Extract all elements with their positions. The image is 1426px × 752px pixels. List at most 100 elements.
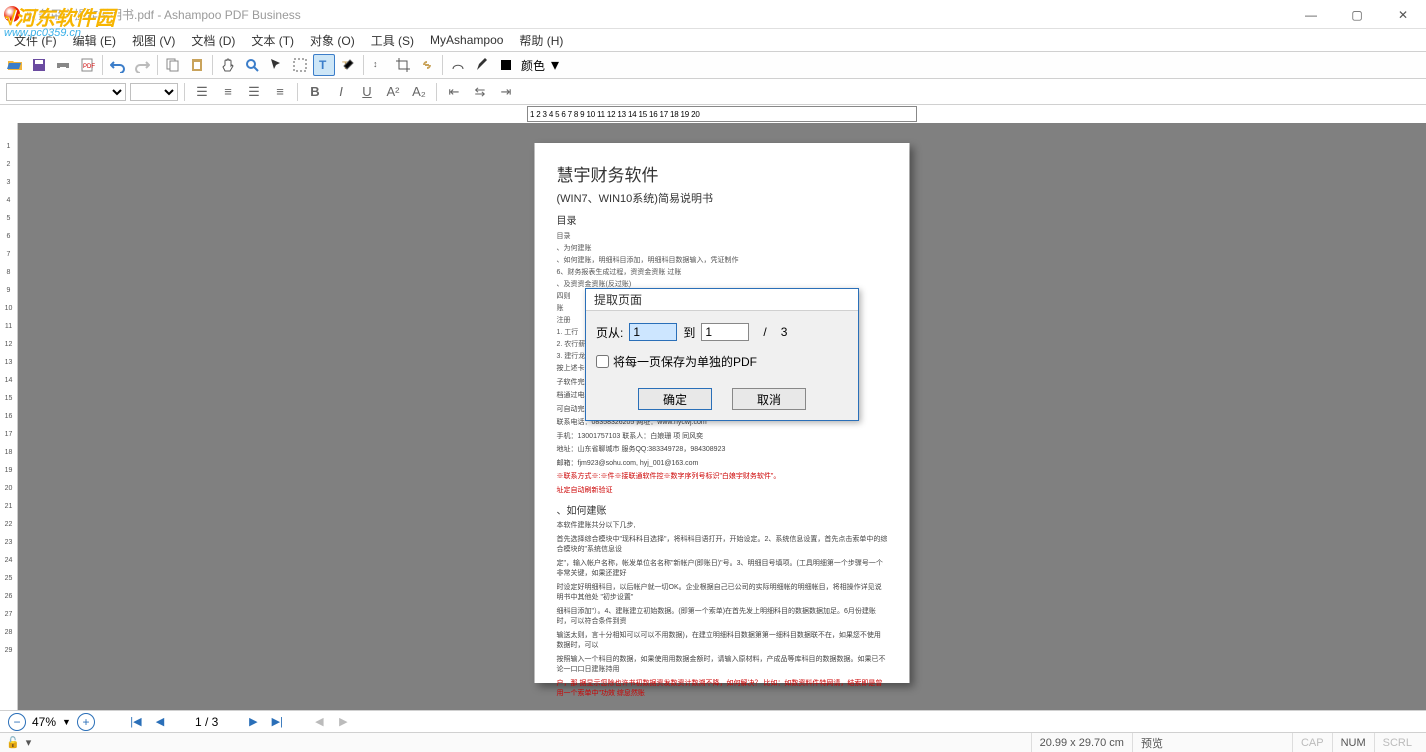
indent-right-icon[interactable]: ⇥ bbox=[495, 82, 517, 102]
menu-view[interactable]: 视图 (V) bbox=[124, 30, 183, 51]
text-edit-icon[interactable]: T bbox=[337, 54, 359, 76]
svg-text:T: T bbox=[319, 58, 327, 72]
align-right-icon[interactable]: ☰ bbox=[243, 82, 265, 102]
align-center-icon[interactable]: ≡ bbox=[217, 82, 239, 102]
lock-icon: 🔓 bbox=[6, 736, 20, 749]
preview-label: 预览 bbox=[1132, 733, 1292, 752]
subscript-button[interactable]: A₂ bbox=[408, 82, 430, 102]
color-swatch-icon[interactable] bbox=[495, 54, 517, 76]
page-from-input[interactable] bbox=[629, 323, 677, 341]
workspace: 1234567891011121314151617181920212223242… bbox=[0, 123, 1426, 710]
cancel-button[interactable]: 取消 bbox=[732, 388, 806, 410]
checkbox-label: 将每一页保存为单独的PDF bbox=[613, 353, 757, 370]
ruler-bar: 1 2 3 4 5 6 7 8 9 10 11 12 13 14 15 16 1… bbox=[0, 105, 1426, 123]
red-note-2: 址定自动刷新验证 bbox=[557, 486, 888, 497]
zoom-out-button[interactable]: − bbox=[8, 713, 26, 731]
to-label: 到 bbox=[683, 324, 695, 341]
crop-icon[interactable] bbox=[392, 54, 414, 76]
paste-icon[interactable] bbox=[186, 54, 208, 76]
main-toolbar: PDF T T ↕ 颜色 ▾ bbox=[0, 51, 1426, 79]
open-icon[interactable] bbox=[4, 54, 26, 76]
color-label: 颜色 bbox=[519, 57, 547, 74]
title-bar: 财务用户操作说明书.pdf - Ashampoo PDF Business — … bbox=[0, 0, 1426, 29]
font-size-select[interactable] bbox=[130, 83, 178, 101]
align-justify-icon[interactable]: ≡ bbox=[269, 82, 291, 102]
undo-icon[interactable] bbox=[107, 54, 129, 76]
menu-file[interactable]: 文件 (F) bbox=[6, 30, 65, 51]
save-icon[interactable] bbox=[28, 54, 50, 76]
svg-text:PDF: PDF bbox=[83, 64, 95, 70]
menu-myashampoo[interactable]: MyAshampoo bbox=[422, 31, 511, 49]
color-dropdown-icon[interactable]: ▾ bbox=[549, 54, 561, 76]
menu-tools[interactable]: 工具 (S) bbox=[363, 30, 422, 51]
doc-subtitle: (WIN7、WIN10系统)简易说明书 bbox=[557, 190, 888, 206]
last-page-button[interactable]: ▶| bbox=[268, 713, 286, 731]
page-dimensions: 20.99 x 29.70 cm bbox=[1031, 733, 1132, 752]
window-title: 财务用户操作说明书.pdf - Ashampoo PDF Business bbox=[26, 6, 301, 23]
pen-icon[interactable] bbox=[471, 54, 493, 76]
zoom-dropdown-icon[interactable]: ▼ bbox=[62, 717, 71, 727]
text-select-icon[interactable]: T bbox=[313, 54, 335, 76]
menu-text[interactable]: 文本 (T) bbox=[243, 30, 302, 51]
shape-icon[interactable] bbox=[447, 54, 469, 76]
menu-bar: 文件 (F) 编辑 (E) 视图 (V) 文档 (D) 文本 (T) 对象 (O… bbox=[0, 29, 1426, 51]
zoom-icon[interactable] bbox=[241, 54, 263, 76]
menu-document[interactable]: 文档 (D) bbox=[183, 30, 243, 51]
document-canvas[interactable]: 慧宇财务软件 (WIN7、WIN10系统)简易说明书 目录 目录、为何建账、如何… bbox=[18, 123, 1426, 710]
print-icon[interactable] bbox=[52, 54, 74, 76]
align-left-icon[interactable]: ☰ bbox=[191, 82, 213, 102]
pointer-icon[interactable] bbox=[265, 54, 287, 76]
dialog-title: 提取页面 bbox=[586, 289, 858, 311]
svg-text:↕: ↕ bbox=[373, 59, 378, 69]
spacing-icon[interactable]: ↕ bbox=[368, 54, 390, 76]
minimize-button[interactable]: — bbox=[1288, 0, 1334, 29]
hand-icon[interactable] bbox=[217, 54, 239, 76]
next-page-button[interactable]: ▶ bbox=[244, 713, 262, 731]
red-note-1: ※联系方式※:※件※接联通软件控※数字序列号标识"白娘宇财务软件"。 bbox=[557, 472, 888, 483]
menu-edit[interactable]: 编辑 (E) bbox=[65, 30, 124, 51]
menu-help[interactable]: 帮助 (H) bbox=[511, 30, 571, 51]
num-indicator: NUM bbox=[1332, 733, 1374, 752]
close-button[interactable]: ✕ bbox=[1380, 0, 1426, 29]
zoom-percent: 47% bbox=[32, 715, 56, 729]
italic-button[interactable]: I bbox=[330, 82, 352, 102]
cap-indicator: CAP bbox=[1292, 733, 1332, 752]
indent-left-icon[interactable]: ⇤ bbox=[443, 82, 465, 102]
ok-button[interactable]: 确定 bbox=[638, 388, 712, 410]
superscript-button[interactable]: A² bbox=[382, 82, 404, 102]
app-icon bbox=[4, 6, 20, 22]
total-sep: / bbox=[763, 325, 766, 339]
navigation-bar: − 47% ▼ + |◀ ◀ 1 / 3 ▶ ▶| ◀ ▶ bbox=[0, 710, 1426, 732]
save-separate-checkbox[interactable] bbox=[596, 355, 609, 368]
prev-page-button[interactable]: ◀ bbox=[151, 713, 169, 731]
extract-pages-dialog: 提取页面 页从: 到 / 3 将每一页保存为单独的PDF 确定 取消 bbox=[585, 288, 859, 421]
link-icon[interactable] bbox=[416, 54, 438, 76]
page-to-input[interactable] bbox=[701, 323, 749, 341]
section-2-title: 、如何建账 bbox=[557, 502, 888, 517]
forward-button[interactable]: ▶ bbox=[334, 713, 352, 731]
font-family-select[interactable] bbox=[6, 83, 126, 101]
underline-button[interactable]: U bbox=[356, 82, 378, 102]
menu-object[interactable]: 对象 (O) bbox=[302, 30, 363, 51]
format-bar: ☰ ≡ ☰ ≡ B I U A² A₂ ⇤ ⇆ ⇥ bbox=[0, 79, 1426, 105]
toc-header: 目录 bbox=[557, 212, 888, 227]
bold-button[interactable]: B bbox=[304, 82, 326, 102]
from-label: 页从: bbox=[596, 324, 623, 341]
page-info: 1 / 3 bbox=[195, 715, 218, 729]
maximize-button[interactable]: ▢ bbox=[1334, 0, 1380, 29]
indent-center-icon[interactable]: ⇆ bbox=[469, 82, 491, 102]
horizontal-ruler: 1 2 3 4 5 6 7 8 9 10 11 12 13 14 15 16 1… bbox=[527, 106, 917, 122]
redo-icon[interactable] bbox=[131, 54, 153, 76]
total-pages: 3 bbox=[781, 325, 788, 339]
status-bar: 🔓 ▾ 20.99 x 29.70 cm 预览 CAP NUM SCRL bbox=[0, 732, 1426, 752]
vertical-ruler: 1234567891011121314151617181920212223242… bbox=[0, 123, 18, 710]
zoom-in-button[interactable]: + bbox=[77, 713, 95, 731]
select-icon[interactable] bbox=[289, 54, 311, 76]
pdf-icon[interactable]: PDF bbox=[76, 54, 98, 76]
red-note-3: 户，那 据显示您除也许书初数据资发数资计数溯不降，如何解决？ 比如：如数资料件特… bbox=[557, 679, 888, 700]
back-button[interactable]: ◀ bbox=[310, 713, 328, 731]
first-page-button[interactable]: |◀ bbox=[127, 713, 145, 731]
copy-icon[interactable] bbox=[162, 54, 184, 76]
doc-title: 慧宇财务软件 bbox=[557, 161, 888, 186]
scrl-indicator: SCRL bbox=[1374, 733, 1420, 752]
